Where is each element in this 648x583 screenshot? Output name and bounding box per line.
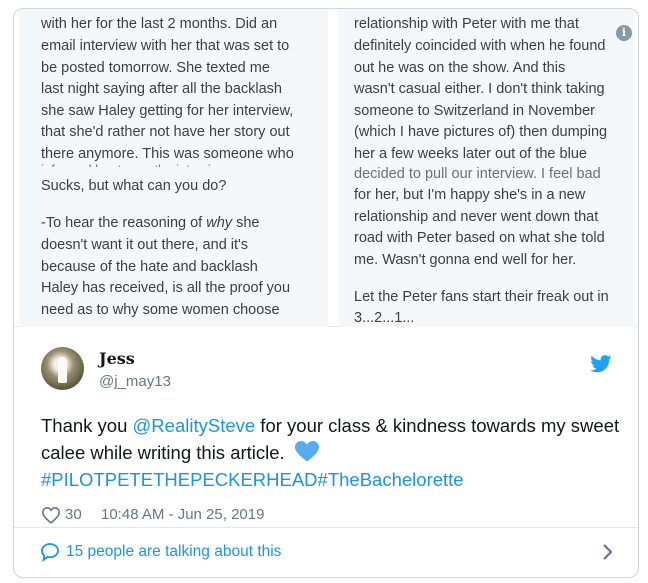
- left-overlap-line: informed her to run the interview.: [41, 159, 230, 167]
- left-text-line: be posted tomorrow. She texted me: [41, 60, 270, 76]
- like-count[interactable]: 30: [65, 506, 82, 523]
- right-text-line: decided to pull our interview. I feel ba…: [354, 166, 601, 182]
- left-text-line: email interview with her that was set to: [41, 38, 290, 54]
- hashtags-link[interactable]: #PILOTPETETHEPECKERHEAD#TheBachelorette: [41, 469, 464, 490]
- tweet-media[interactable]: with her for the last 2 months. Did an e…: [14, 9, 638, 327]
- chevron-right-icon[interactable]: [602, 543, 614, 561]
- left-text-line: last night saying after all the backlash: [41, 81, 282, 97]
- right-text-line: relationship and never went down that: [354, 209, 599, 225]
- talking-link[interactable]: 15 people are talking about this: [66, 543, 281, 561]
- left-text-line: that she'd rather not have her story out: [41, 124, 290, 140]
- right-text-line: (which I have pictures of) then dumping: [354, 124, 608, 140]
- left-text-line: doesn't want it out there, and it's: [41, 237, 249, 253]
- heart-outline-icon[interactable]: [41, 506, 61, 524]
- left-text-line: Haley has received, is all the proof you: [41, 280, 291, 296]
- mention-link[interactable]: @RealitySteve: [133, 415, 256, 436]
- left-text-line: Sucks, but what can you do?: [41, 178, 227, 194]
- right-text-line: me. Wasn't gonna end well for her.: [354, 252, 577, 268]
- right-text-line: wasn't casual either. I don't think taki…: [354, 81, 605, 97]
- right-text-line: for her, but I'm happy she's in a new: [354, 187, 586, 203]
- right-text-line: road with Peter based on what she told: [354, 230, 605, 246]
- right-text-line: definitely coincided with when he found: [354, 38, 606, 54]
- left-text-line: -To hear the reasoning of why she: [41, 215, 260, 231]
- right-text-line: someone to Switzerland in November: [354, 103, 595, 119]
- author-handle[interactable]: @j_may13: [99, 373, 171, 390]
- tweet-body: Jess @j_may13 Thank you @RealitySteve fo…: [14, 327, 638, 527]
- twitter-bird-icon[interactable]: [590, 355, 612, 373]
- speech-bubble-icon: [41, 543, 59, 562]
- left-text-line: because of the hate and backlash: [41, 259, 258, 275]
- blue-heart-icon: [294, 441, 319, 462]
- timestamp[interactable]: 10:48 AM - Jun 25, 2019: [101, 506, 264, 523]
- conversation-footer[interactable]: 15 people are talking about this: [14, 527, 638, 577]
- tweet-text-part: Thank you: [41, 415, 133, 436]
- screenshot-panel-left: with her for the last 2 months. Did an e…: [19, 9, 328, 327]
- left-text-line: need as to why some women choose: [41, 302, 280, 318]
- right-text-line: 3...2...1...: [354, 310, 415, 326]
- tweet-text: Thank you @RealitySteve for your class &…: [41, 412, 621, 493]
- left-text-line: she saw Haley getting for her interview,: [41, 103, 294, 119]
- embedded-tweet-card: with her for the last 2 months. Did an e…: [13, 8, 639, 578]
- left-text-line: with her for the last 2 months. Did an: [41, 16, 278, 32]
- right-text-line: her a few weeks later out of the blue: [354, 146, 587, 162]
- screenshot-panel-right: relationship with Peter with me that def…: [338, 9, 635, 327]
- right-text-line: Let the Peter fans start their freak out…: [354, 289, 609, 305]
- right-text-line: out he was on the show. And this: [354, 60, 566, 76]
- right-text-line: relationship with Peter with me that: [354, 16, 579, 32]
- info-icon[interactable]: i: [616, 25, 632, 41]
- author-name[interactable]: Jess: [99, 349, 135, 368]
- avatar[interactable]: [41, 347, 84, 390]
